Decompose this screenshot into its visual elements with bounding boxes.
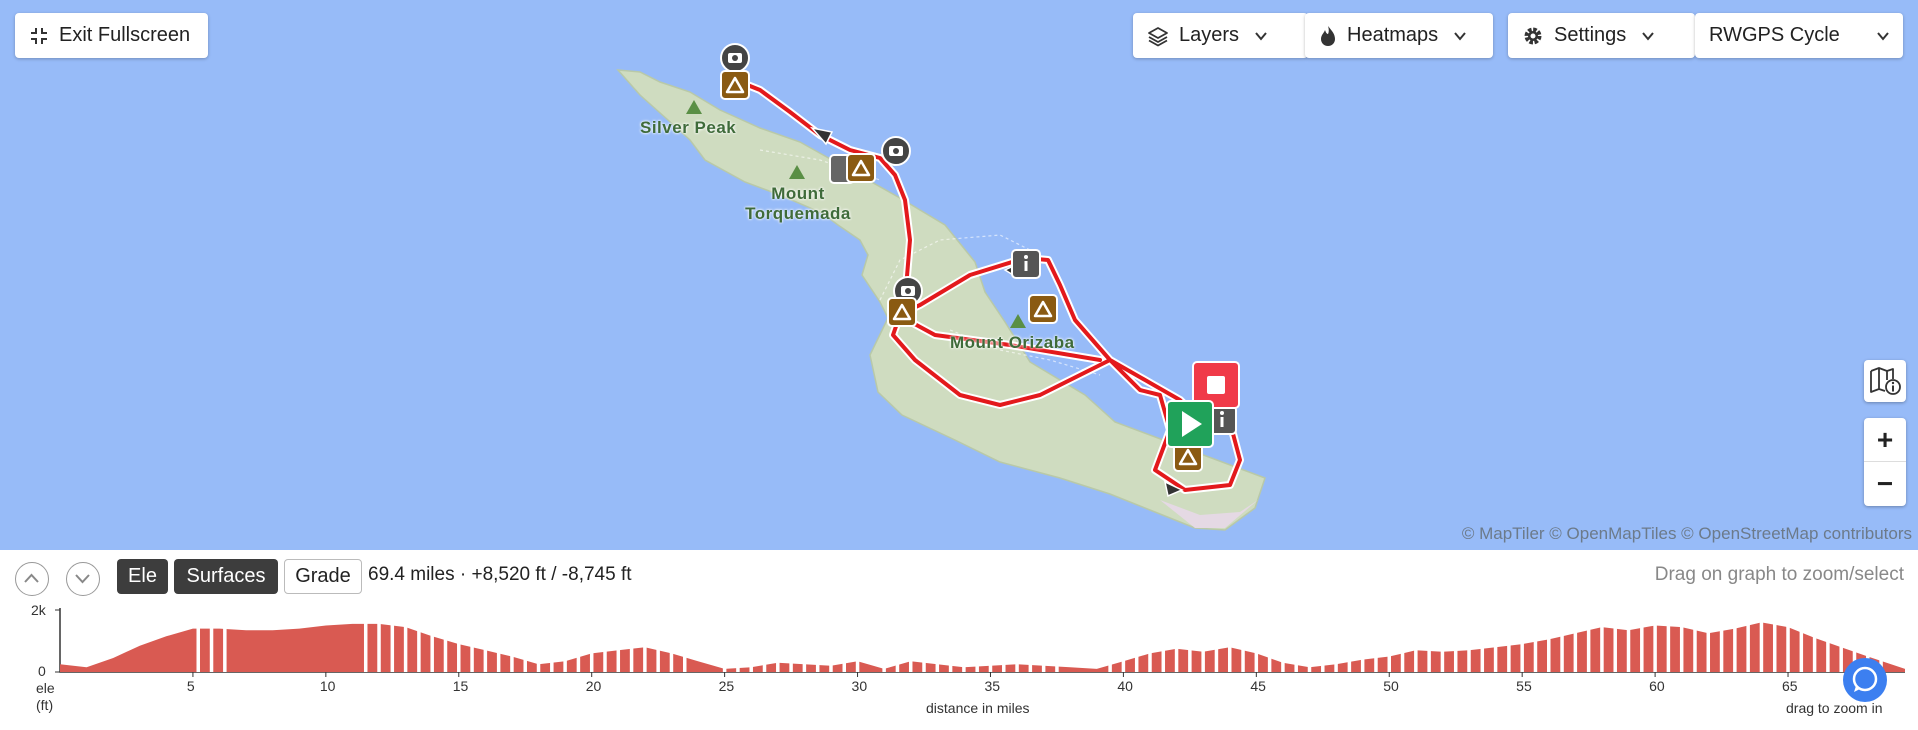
peak-icon: [686, 100, 702, 114]
chevron-down-icon: [1255, 31, 1267, 41]
map-base-layer: [616, 69, 1266, 531]
chevron-down-icon: [1877, 31, 1889, 41]
x-tick-label: 30: [851, 678, 868, 694]
peak-icon: [1010, 314, 1026, 328]
map-info-icon: [1870, 367, 1901, 395]
island-landmass: [616, 69, 1266, 531]
peak-label-torquemada: Mount Torquemada: [745, 184, 851, 223]
zoom-in-button[interactable]: +: [1864, 418, 1906, 462]
x-tick-label: 20: [585, 678, 602, 694]
chat-bubble-icon: [1852, 666, 1878, 692]
zoom-out-button[interactable]: −: [1864, 462, 1906, 506]
map-style-select[interactable]: RWGPS Cycle: [1695, 13, 1903, 58]
chevron-down-icon: [1454, 31, 1466, 41]
x-tick-label: 45: [1250, 678, 1266, 694]
gear-icon: [1524, 27, 1542, 44]
flame-icon: [1321, 25, 1335, 46]
settings-dropdown[interactable]: Settings: [1508, 13, 1695, 58]
zoom-controls: + −: [1864, 418, 1906, 506]
x-tick-label: 55: [1516, 678, 1532, 694]
x-tick-label: 40: [1117, 678, 1133, 694]
map-attribution: © MapTiler © OpenMapTiles © OpenStreetMa…: [1461, 524, 1912, 543]
map-canvas[interactable]: Silver Peak Mount Torquemada Mount Oriza…: [0, 0, 1918, 550]
chat-button[interactable]: [1843, 658, 1887, 702]
exit-fullscreen-button[interactable]: Exit Fullscreen: [15, 13, 208, 58]
layers-dropdown[interactable]: Layers: [1133, 13, 1308, 58]
elevation-panel: Ele Surfaces Grade 69.4 miles · +8,520 f…: [0, 550, 1918, 730]
x-tick-label: 15: [452, 678, 469, 694]
x-tick-label: 60: [1649, 678, 1665, 694]
map-info-button[interactable]: [1864, 360, 1906, 402]
chevron-down-icon: [1642, 31, 1655, 41]
peak-label-orizaba: Mount Orizaba: [950, 333, 1075, 352]
peak-label-silver: Silver Peak: [640, 118, 737, 137]
x-axis-label: distance in miles: [926, 700, 1030, 716]
x-tick-label: 10: [319, 678, 336, 694]
x-tick-label: 65: [1782, 678, 1798, 694]
layers-icon: [1148, 26, 1168, 46]
x-tick-label: 25: [718, 678, 735, 694]
exit-fullscreen-icon: [31, 27, 47, 44]
x-tick-label: 35: [984, 678, 1001, 694]
x-tick-label: 5: [186, 678, 195, 694]
heatmaps-dropdown[interactable]: Heatmaps: [1305, 13, 1493, 58]
peak-icon: [789, 165, 805, 179]
x-tick-label: 50: [1383, 678, 1399, 694]
zoom-hint: drag to zoom in: [1786, 700, 1883, 716]
